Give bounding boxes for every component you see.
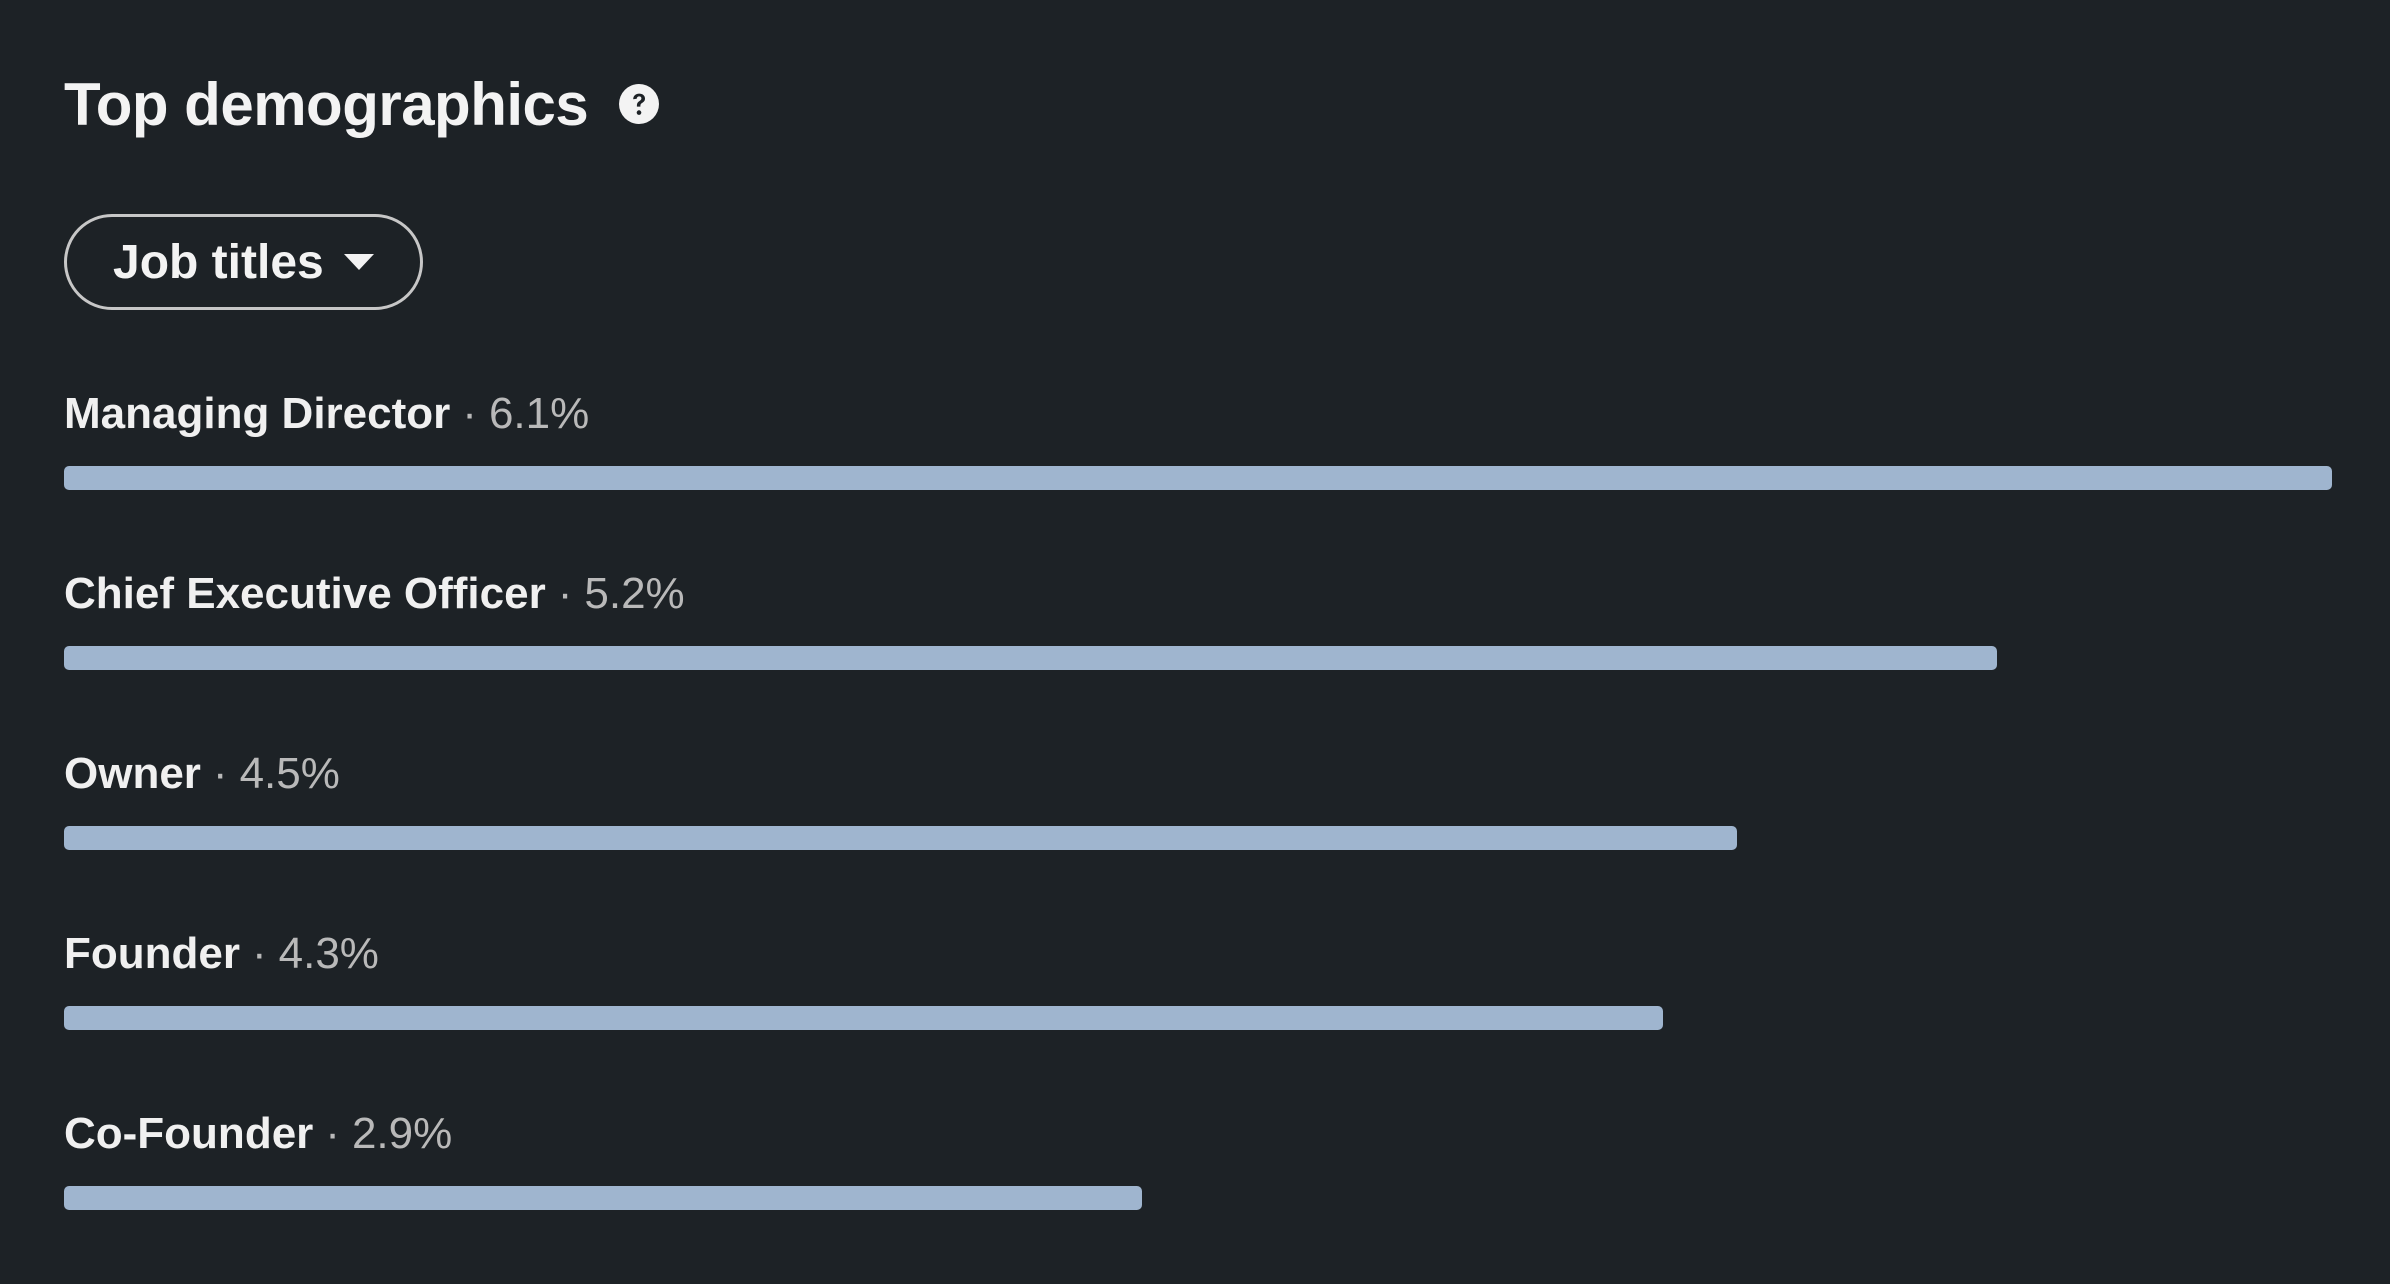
bar-track: [64, 826, 2332, 850]
row-label: Founder · 4.3%: [64, 924, 379, 984]
percentage-bar: [64, 646, 1998, 670]
row-label: Co-Founder · 2.9%: [64, 1104, 452, 1164]
demographic-row: Founder · 4.3%: [64, 924, 2334, 1104]
page-title: Top demographics: [64, 70, 589, 138]
demographic-row: Co-Founder · 2.9%: [64, 1104, 2334, 1284]
percentage-value: 4.5%: [239, 749, 340, 798]
row-label: Owner · 4.5%: [64, 744, 340, 804]
bar-track: [64, 1006, 2332, 1030]
percentage-value: 5.2%: [584, 569, 685, 618]
percentage-bar: [64, 826, 1738, 850]
job-title-name: Chief Executive Officer: [64, 569, 546, 618]
demographic-row: Chief Executive Officer · 5.2%: [64, 564, 2334, 744]
bar-track: [64, 466, 2332, 490]
demographics-list: Managing Director · 6.1% Chief Executive…: [64, 384, 2334, 1284]
bar-track: [64, 1186, 2332, 1210]
question-circle-icon[interactable]: [618, 83, 660, 125]
percentage-bar: [64, 1006, 1663, 1030]
demographic-row: Owner · 4.5%: [64, 744, 2334, 924]
top-demographics-panel: Top demographics Job titles Managing Dir…: [64, 0, 2334, 1248]
job-title-name: Co-Founder: [64, 1109, 314, 1158]
separator: ·: [251, 929, 267, 978]
separator: ·: [325, 1109, 340, 1158]
bar-track: [64, 646, 2332, 670]
separator: ·: [462, 389, 477, 438]
job-titles-dropdown[interactable]: Job titles: [64, 214, 423, 310]
separator: ·: [212, 749, 228, 798]
caret-down-icon: [343, 254, 374, 270]
dropdown-label: Job titles: [113, 235, 324, 289]
percentage-value: 6.1%: [488, 389, 590, 438]
percentage-value: 2.9%: [351, 1109, 453, 1158]
percentage-bar: [64, 466, 2332, 490]
job-title-name: Owner: [64, 749, 201, 798]
job-title-name: Managing Director: [64, 389, 451, 438]
job-title-name: Founder: [64, 929, 240, 978]
row-label: Chief Executive Officer · 5.2%: [64, 564, 685, 624]
percentage-bar: [64, 1186, 1143, 1210]
panel-header: Top demographics: [64, 62, 660, 146]
demographic-row: Managing Director · 6.1%: [64, 384, 2334, 564]
row-label: Managing Director · 6.1%: [64, 384, 589, 444]
separator: ·: [557, 569, 573, 618]
percentage-value: 4.3%: [278, 929, 379, 978]
